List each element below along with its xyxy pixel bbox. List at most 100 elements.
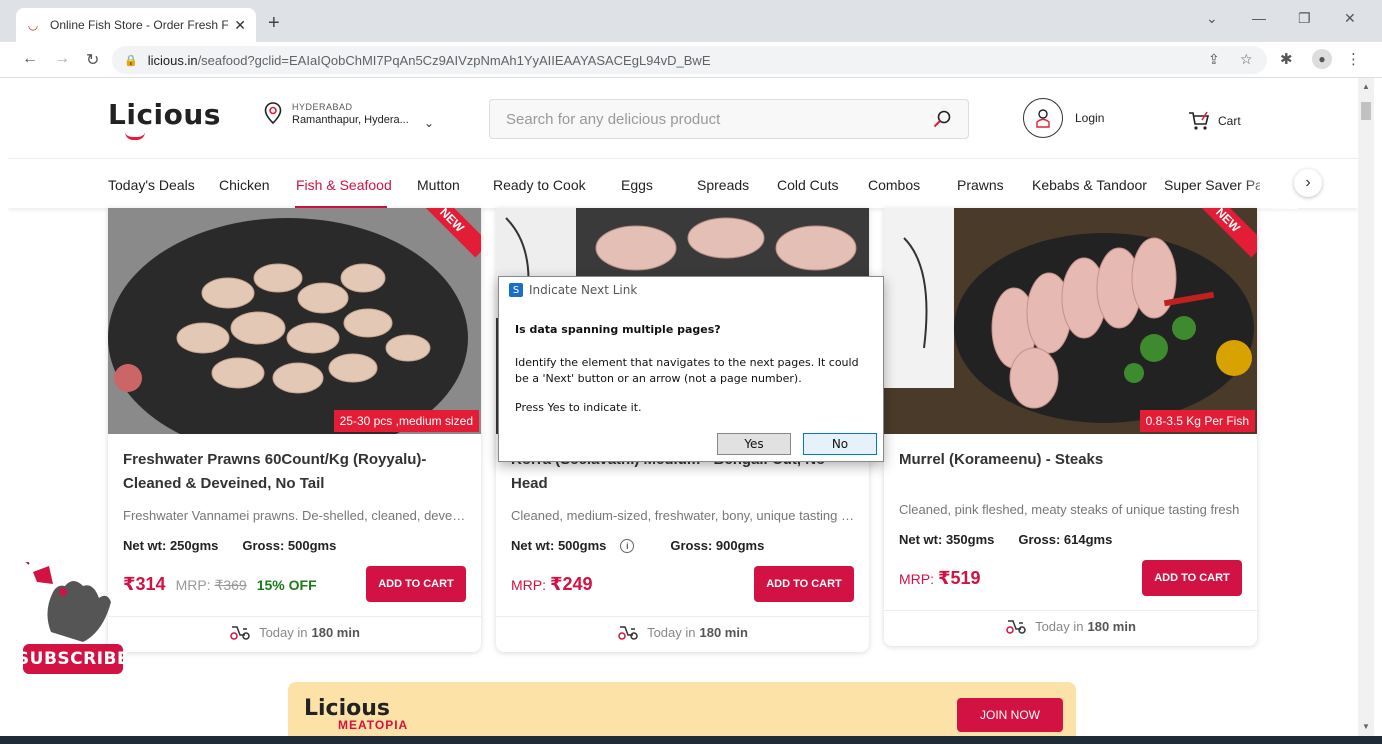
yes-button[interactable]: Yes (717, 433, 791, 455)
product-badge: 25-30 pcs ,medium sized (333, 410, 479, 432)
new-tab-icon[interactable]: + (268, 12, 280, 35)
dialog-message: Identify the element that navigates to t… (515, 356, 859, 385)
no-button[interactable]: No (803, 433, 877, 455)
extensions-icon[interactable]: ✱ (1280, 50, 1293, 68)
join-now-button[interactable]: JOIN NOW (957, 698, 1063, 732)
subscribe-widget[interactable]: SUBSCRIBE (17, 559, 129, 678)
url-path: /seafood?gclid=EAIaIQobChMI7PqAn5Cz9AIVz… (197, 52, 711, 68)
scrollbar-thumb[interactable] (1361, 102, 1371, 120)
gross-weight: Gross: 500gms (242, 538, 337, 553)
discount: 15% OFF (256, 577, 317, 593)
price-row: ₹314 MRP: ₹369 15% OFF (123, 574, 317, 595)
delivery-time: 180 min (699, 624, 748, 640)
banner-subtitle: MEATOPIA (338, 718, 409, 732)
prawns-product-image[interactable] (108, 208, 481, 434)
product-card[interactable]: NEW 25-30 pcs ,medium sized Freshwater P… (108, 208, 481, 652)
location-city: HYDERABAD (292, 102, 353, 112)
category-mutton[interactable]: Mutton (417, 177, 460, 193)
search-icon[interactable] (932, 109, 952, 129)
browser-tab[interactable]: ◡ Online Fish Store - Order Fresh F ✕ (16, 8, 256, 42)
product-description: Cleaned, medium-sized, freshwater, bony,… (511, 508, 856, 523)
delivery-time: 180 min (1087, 618, 1136, 634)
category-spreads[interactable]: Spreads (697, 177, 749, 193)
lock-icon: 🔒 (124, 54, 138, 67)
user-avatar-icon (1023, 98, 1063, 138)
reload-icon[interactable]: ↻ (86, 50, 99, 70)
category-next-arrow-icon[interactable]: › (1294, 169, 1322, 197)
restore-icon[interactable]: ❐ (1298, 10, 1311, 27)
mrp-value: ₹369 (214, 577, 247, 593)
product-weights: Net wt: 350gms Gross: 614gms (899, 532, 1112, 547)
tab-search-icon[interactable]: ⌄ (1206, 10, 1218, 27)
mrp-label: MRP: (175, 577, 211, 593)
url-host: licious.in (147, 52, 198, 68)
category-kebabs-tandoor[interactable]: Kebabs & Tandoor (1032, 177, 1147, 193)
location-area: Ramanthapur, Hydera... (292, 114, 409, 126)
app-icon: S (509, 283, 523, 297)
cart-icon (1189, 111, 1210, 130)
category-ready-to-cook[interactable]: Ready to Cook (493, 177, 586, 193)
product-weights: Net wt: 500gms i Gross: 900gms (511, 538, 764, 553)
divider (884, 610, 1257, 611)
delivery-info: Today in 180 min (496, 624, 869, 640)
net-weight: Net wt: 350gms (899, 532, 995, 547)
price-row: MRP: ₹519 (899, 568, 981, 589)
product-name[interactable]: Freshwater Prawns 60Count/Kg (Royyalu)- … (123, 448, 468, 496)
browser-tab-bar: ◡ Online Fish Store - Order Fresh F ✕ + … (0, 0, 1382, 42)
price-row: MRP: ₹249 (511, 574, 593, 595)
category-combos[interactable]: Combos (868, 177, 920, 193)
mrp: MRP: ₹369 (176, 577, 247, 594)
search-input[interactable]: Search for any delicious product (489, 99, 969, 139)
login-button[interactable]: Login (1023, 98, 1104, 138)
category-todays-deals[interactable]: Today's Deals (108, 177, 195, 193)
delivery-text: Today in (1035, 618, 1084, 634)
location-selector[interactable]: HYDERABAD Ramanthapur, Hydera... ⌄ (264, 102, 434, 130)
address-bar: ← → ↻ 🔒 licious.in /seafood?gclid=EAIaIQ… (0, 42, 1382, 78)
category-cold-cuts[interactable]: Cold Cuts (777, 177, 838, 193)
divider (108, 616, 481, 617)
product-name[interactable]: Murrel (Korameenu) - Steaks (899, 448, 1244, 472)
menu-kebab-icon[interactable]: ⋮ (1346, 50, 1361, 68)
category-fish-seafood[interactable]: Fish & Seafood (296, 177, 392, 193)
dialog-question: Is data spanning multiple pages? (515, 323, 721, 336)
close-tab-icon[interactable]: ✕ (234, 17, 246, 34)
price: ₹519 (938, 568, 981, 588)
location-pin-icon (264, 102, 282, 124)
scroll-down-icon[interactable]: ▼ (1362, 722, 1370, 731)
scroll-up-icon[interactable]: ▲ (1362, 82, 1370, 91)
add-to-cart-button[interactable]: ADD TO CART (754, 566, 854, 602)
meatopia-banner[interactable]: Licious MEATOPIA JOIN NOW (288, 682, 1076, 744)
category-chicken[interactable]: Chicken (219, 177, 270, 193)
dialog-title: Indicate Next Link (529, 283, 638, 297)
share-icon[interactable]: ⇪ (1208, 51, 1220, 68)
url-field[interactable]: 🔒 licious.in /seafood?gclid=EAIaIQobChMI… (112, 46, 1267, 74)
price: ₹314 (123, 574, 166, 594)
category-fade (1238, 159, 1298, 209)
page-scrollbar[interactable]: ▲ ▼ (1358, 78, 1374, 744)
forward-icon[interactable]: → (54, 50, 70, 68)
tab-title: Online Fish Store - Order Fresh F (50, 18, 229, 32)
indicate-next-link-dialog: S Indicate Next Link Is data spanning mu… (498, 276, 884, 462)
profile-icon[interactable]: ● (1312, 49, 1332, 69)
close-window-icon[interactable]: ✕ (1344, 10, 1356, 27)
cart-button[interactable]: Cart (1188, 111, 1241, 131)
subscribe-button[interactable]: SUBSCRIBE (17, 644, 129, 674)
licious-logo[interactable]: Licious (108, 98, 221, 140)
dialog-instruction: Press Yes to indicate it. (515, 401, 642, 414)
scooter-icon (230, 626, 250, 640)
add-to-cart-button[interactable]: ADD TO CART (366, 566, 466, 602)
back-icon[interactable]: ← (22, 50, 38, 68)
category-prawns[interactable]: Prawns (957, 177, 1004, 193)
murrel-steaks-product-image[interactable] (884, 208, 1257, 434)
chevron-down-icon: ⌄ (424, 116, 435, 130)
delivery-info: Today in 180 min (108, 624, 481, 640)
add-to-cart-button[interactable]: ADD TO CART (1142, 560, 1242, 596)
minimize-icon[interactable]: — (1252, 10, 1266, 26)
product-description: Freshwater Vannamei prawns. De-shelled, … (123, 508, 468, 523)
category-eggs[interactable]: Eggs (621, 177, 653, 193)
product-card[interactable]: NEW 0.8-3.5 Kg Per Fish Murrel (Korameen… (884, 208, 1257, 646)
scooter-icon (618, 626, 638, 640)
scooter-icon (1006, 620, 1026, 634)
info-icon[interactable]: i (620, 538, 635, 553)
bookmark-star-icon[interactable]: ☆ (1240, 51, 1253, 68)
